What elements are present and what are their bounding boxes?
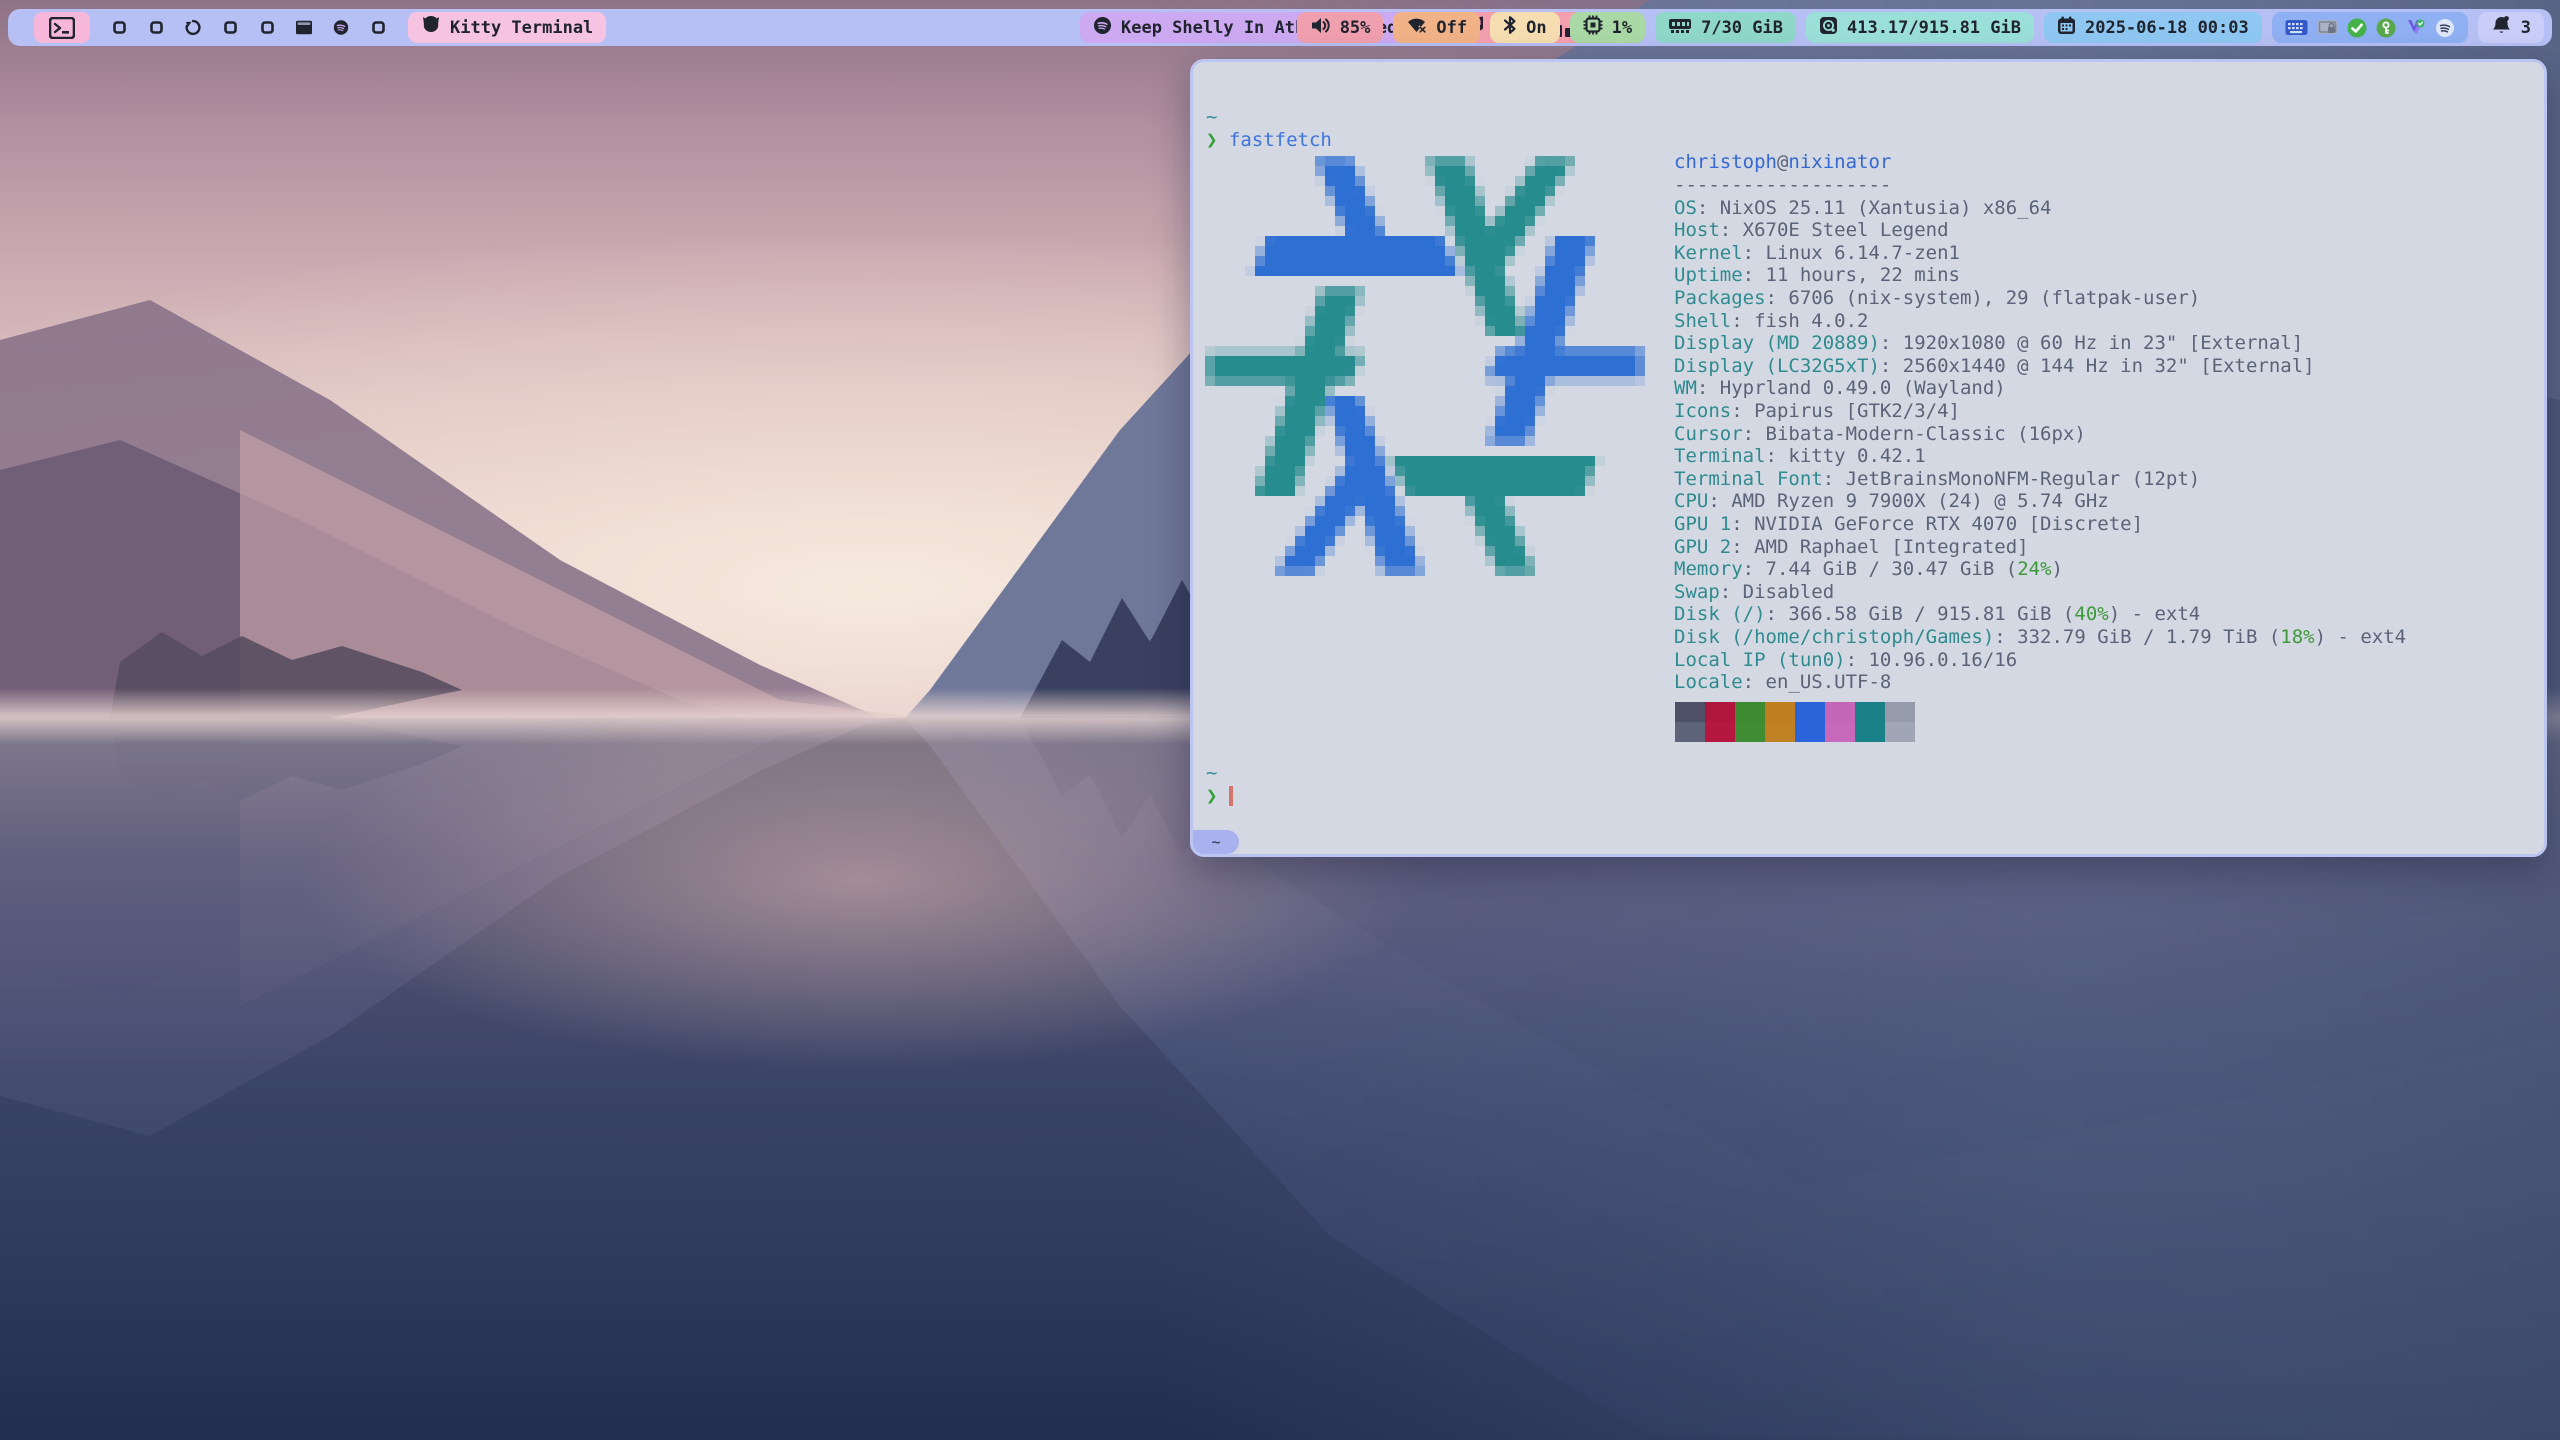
fastfetch-line: Memory: 7.44 GiB / 30.47 GiB (24%) — [1674, 558, 2063, 581]
fastfetch-line: Shell: fish 4.0.2 — [1674, 310, 1868, 333]
palette-swatch — [1735, 702, 1765, 722]
palette-swatch — [1705, 722, 1735, 742]
disk-module[interactable]: 413.17/915.81 GiB — [1806, 12, 2034, 43]
fastfetch-line: christoph@nixinator — [1674, 151, 1891, 174]
workspace-4-firefox-icon[interactable] — [185, 20, 201, 36]
kitty-terminal-window[interactable]: ~ ❯ fastfetch christoph@nixinator-------… — [1190, 59, 2547, 857]
bluetooth-value: On — [1526, 18, 1546, 38]
fastfetch-line: Disk (/home/christoph/Games): 332.79 GiB… — [1674, 626, 2406, 649]
spotify-icon[interactable] — [2435, 18, 2455, 38]
prompt-2: ❯ — [1206, 785, 1217, 808]
workspace-3-empty-icon[interactable] — [148, 20, 164, 36]
nixos-logo — [1205, 156, 1645, 576]
fastfetch-line: Terminal Font: JetBrainsMonoNFM-Regular … — [1674, 468, 2200, 491]
tab-home[interactable]: ~ — [1193, 830, 1239, 854]
palette-swatch — [1765, 722, 1795, 742]
prompt-path-2: ~ — [1206, 762, 1217, 785]
workspace-1-terminal-icon[interactable] — [34, 12, 90, 43]
volume-value: 85% — [1340, 18, 1371, 38]
terminal-color-palette — [1675, 702, 1915, 742]
fastfetch-line: Locale: en_US.UTF-8 — [1674, 671, 1891, 694]
fastfetch-line: GPU 2: AMD Raphael [Integrated] — [1674, 536, 2029, 559]
speaker-icon — [1310, 16, 1331, 40]
memory-value: 7/30 GiB — [1701, 18, 1783, 38]
palette-swatch — [1855, 702, 1885, 722]
cpu-module[interactable]: 1% — [1570, 12, 1645, 43]
window-title-label: Kitty Terminal — [450, 18, 593, 38]
disk-value: 413.17/915.81 GiB — [1847, 18, 2021, 38]
fastfetch-line: GPU 1: NVIDIA GeForce RTX 4070 [Discrete… — [1674, 513, 2143, 536]
fastfetch-line: Uptime: 11 hours, 22 mins — [1674, 264, 1960, 287]
cpu-icon — [1583, 15, 1603, 40]
volume-module[interactable]: 85% — [1297, 12, 1384, 43]
check-circle-icon[interactable] — [2347, 18, 2367, 38]
workspace-5-empty-icon[interactable] — [222, 20, 238, 36]
notification-count: 3 — [2521, 18, 2531, 38]
palette-swatch — [1765, 702, 1795, 722]
system-tray — [2272, 12, 2468, 43]
palette-swatch — [1855, 722, 1885, 742]
bar-modules: 85% Off On 1% 7/30 GiB 413.17/915.81 GiB 2025-… — [1297, 12, 2544, 43]
ram-icon — [1668, 17, 1692, 39]
palette-swatch — [1675, 722, 1705, 742]
fastfetch-line: Display (MD 20889): 1920x1080 @ 60 Hz in… — [1674, 332, 2303, 355]
fastfetch-line: Kernel: Linux 6.14.7-zen1 — [1674, 242, 1960, 265]
fastfetch-line: Packages: 6706 (nix-system), 29 (flatpak… — [1674, 287, 2200, 310]
workspace-switcher — [34, 12, 386, 43]
palette-swatch — [1885, 702, 1915, 722]
clock-value: 2025-06-18 00:03 — [2085, 18, 2249, 38]
clock-module[interactable]: 2025-06-18 00:03 — [2044, 12, 2262, 43]
vpn-check-icon[interactable] — [2405, 18, 2426, 38]
network-module[interactable]: Off — [1393, 12, 1480, 43]
kitty-tab-bar: ~ — [1193, 830, 2544, 854]
workspace-9-empty-icon[interactable] — [370, 20, 386, 36]
workspace-2-empty-icon[interactable] — [111, 20, 127, 36]
palette-swatch — [1825, 702, 1855, 722]
spotify-icon — [1093, 16, 1112, 40]
cat-icon — [421, 16, 441, 39]
prompt-path: ~ — [1206, 106, 1217, 129]
workspace-6-empty-icon[interactable] — [259, 20, 275, 36]
fastfetch-line: Display (LC32G5xT): 2560x1440 @ 144 Hz i… — [1674, 355, 2315, 378]
fastfetch-line: OS: NixOS 25.11 (Xantusia) x86_64 — [1674, 197, 2052, 220]
workspace-8-spotify-icon[interactable] — [333, 20, 349, 36]
network-value: Off — [1436, 18, 1467, 38]
key-icon[interactable] — [2376, 18, 2396, 38]
notifications-module[interactable]: 3 — [2478, 12, 2544, 43]
palette-swatch — [1795, 702, 1825, 722]
fastfetch-line: Local IP (tun0): 10.96.0.16/16 — [1674, 649, 2017, 672]
fastfetch-line: Cursor: Bibata-Modern-Classic (16px) — [1674, 423, 2086, 446]
fastfetch-line: WM: Hyprland 0.49.0 (Wayland) — [1674, 377, 2006, 400]
palette-swatch — [1675, 702, 1705, 722]
wifi-off-icon — [1406, 16, 1427, 39]
fastfetch-line: Swap: Disabled — [1674, 581, 1834, 604]
bluetooth-icon — [1503, 15, 1517, 40]
memory-module[interactable]: 7/30 GiB — [1655, 12, 1796, 43]
bluetooth-module[interactable]: On — [1490, 12, 1559, 43]
fastfetch-line: Host: X670E Steel Legend — [1674, 219, 1949, 242]
fastfetch-line: ------------------- — [1674, 174, 1891, 197]
status-bar: Kitty Terminal Keep Shelly In Athens - M… — [8, 9, 2552, 46]
keyboard-icon[interactable] — [2285, 19, 2308, 36]
card-lock-icon[interactable] — [2317, 19, 2338, 36]
palette-swatch — [1885, 722, 1915, 742]
cpu-value: 1% — [1612, 18, 1632, 38]
active-window-title[interactable]: Kitty Terminal — [408, 12, 606, 43]
prompt-command: ❯ fastfetch — [1206, 129, 1332, 152]
fastfetch-line: Icons: Papirus [GTK2/3/4] — [1674, 400, 1960, 423]
palette-swatch — [1705, 702, 1735, 722]
desktop: Kitty Terminal Keep Shelly In Athens - M… — [0, 0, 2560, 1440]
palette-swatch — [1795, 722, 1825, 742]
calendar-icon — [2057, 16, 2076, 40]
text-cursor — [1229, 786, 1233, 806]
palette-swatch — [1735, 722, 1765, 742]
workspace-7-window-icon[interactable] — [296, 20, 312, 36]
disk-icon — [1819, 16, 1838, 40]
fastfetch-line: Disk (/): 366.58 GiB / 915.81 GiB (40%) … — [1674, 603, 2200, 626]
fastfetch-line: CPU: AMD Ryzen 9 7900X (24) @ 5.74 GHz — [1674, 490, 2109, 513]
bell-icon — [2491, 15, 2512, 41]
palette-swatch — [1825, 722, 1855, 742]
fastfetch-line: Terminal: kitty 0.42.1 — [1674, 445, 1926, 468]
